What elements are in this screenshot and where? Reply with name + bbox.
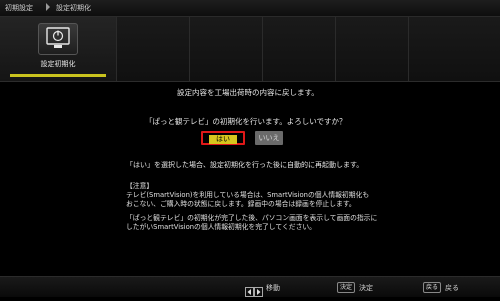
tab-label: 設定初期化: [40, 60, 76, 68]
enter-hint: 決定: [359, 284, 373, 292]
notice-line: おこない、ご購入時の状態に戻します。録画中の場合は録画を停止します。: [126, 200, 356, 208]
tab-bar: 設定初期化: [0, 17, 500, 82]
confirm-question: 「ぱっと観テレビ」の初期化を行います。よろしいですか？: [145, 117, 347, 126]
enter-key-icon: 決定: [337, 282, 356, 293]
breadcrumb-current: 設定初期化: [56, 4, 91, 12]
after-note: 「はい」を選択した場合、設定初期化を行った後に自動的に再起動します。: [126, 161, 364, 169]
breadcrumb-separator-icon: [46, 3, 50, 11]
yes-button-label: はい: [209, 135, 237, 144]
tab-empty: [117, 17, 190, 81]
tab-empty: [263, 17, 336, 81]
no-button[interactable]: いいえ: [255, 131, 283, 145]
tab-reset-settings[interactable]: 設定初期化: [0, 17, 117, 81]
breadcrumb-parent[interactable]: 初期設定: [5, 3, 33, 13]
back-hint: 戻る: [445, 284, 459, 292]
breadcrumb: 初期設定 設定初期化: [0, 0, 500, 17]
arrow-left-right-icon: [245, 282, 263, 297]
tab-empty: [409, 17, 500, 81]
back-key-icon: 戻る: [423, 282, 442, 293]
tab-empty: [190, 17, 263, 81]
move-hint: 移動: [266, 284, 280, 292]
footer-hints: 移動 決定 決定 戻る 戻る: [0, 276, 500, 297]
description-text: 設定内容を工場出荷時の内容に戻します。: [177, 88, 319, 97]
notice-line: したがいSmartVisionの個人情報初期化を完了してください。: [126, 223, 316, 231]
active-tab-indicator: [10, 74, 106, 77]
tab-empty: [336, 17, 409, 81]
power-icon: [38, 23, 78, 55]
yes-button[interactable]: はい: [201, 131, 245, 145]
